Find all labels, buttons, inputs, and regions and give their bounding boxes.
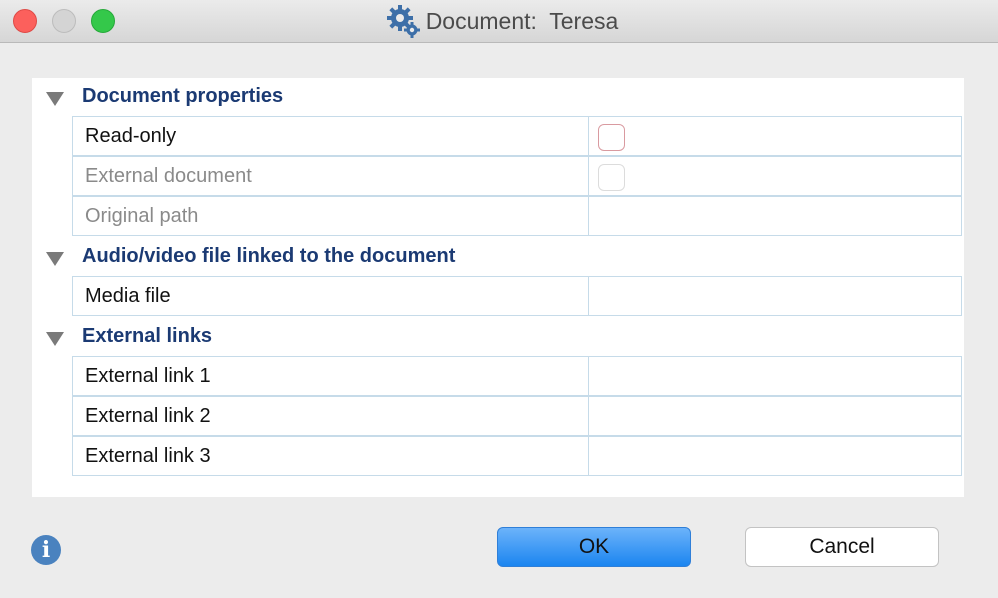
property-value-cell: [589, 157, 961, 195]
section-audio-video[interactable]: Audio/video file linked to the document: [32, 238, 964, 276]
property-label: External document: [73, 157, 589, 195]
property-label: Media file: [73, 277, 589, 315]
property-row-external-link-3: External link 3: [72, 436, 962, 476]
property-label: External link 1: [73, 357, 589, 395]
gears-icon: [386, 5, 420, 38]
read-only-checkbox[interactable]: [598, 124, 625, 151]
external-link-3-field[interactable]: [589, 437, 961, 475]
window-title-area: Document: Teresa: [0, 0, 998, 42]
disclosure-triangle-icon[interactable]: [46, 332, 64, 346]
property-label: External link 3: [73, 437, 589, 475]
disclosure-triangle-icon[interactable]: [46, 252, 64, 266]
ok-button[interactable]: OK: [497, 527, 691, 567]
window-title: Document: Teresa: [425, 7, 619, 34]
info-icon[interactable]: i: [31, 535, 61, 565]
property-row-external-link-2: External link 2: [72, 396, 962, 436]
external-document-checkbox: [598, 164, 625, 191]
section-external-links[interactable]: External links: [32, 318, 964, 356]
property-label: Read-only: [73, 117, 589, 155]
section-header: External links: [82, 325, 213, 347]
property-value-cell[interactable]: [589, 117, 961, 155]
property-row-external-link-1: External link 1: [72, 356, 962, 396]
section-header: Audio/video file linked to the document: [82, 245, 456, 267]
property-row-read-only: Read-only: [72, 116, 962, 156]
property-row-media-file: Media file: [72, 276, 962, 316]
property-row-original-path: Original path: [72, 196, 962, 236]
property-label: Original path: [73, 197, 589, 235]
disclosure-triangle-icon[interactable]: [46, 92, 64, 106]
external-link-1-field[interactable]: [589, 357, 961, 395]
property-row-external-document: External document: [72, 156, 962, 196]
section-document-properties[interactable]: Document properties: [32, 78, 964, 116]
property-label: External link 2: [73, 397, 589, 435]
original-path-field: [589, 197, 961, 235]
section-header: Document properties: [82, 85, 284, 107]
document-properties-panel: Document properties Read-only External d…: [32, 78, 964, 497]
window-titlebar: Document: Teresa: [0, 0, 998, 43]
external-link-2-field[interactable]: [589, 397, 961, 435]
media-file-field[interactable]: [589, 277, 961, 315]
cancel-button[interactable]: Cancel: [745, 527, 939, 567]
